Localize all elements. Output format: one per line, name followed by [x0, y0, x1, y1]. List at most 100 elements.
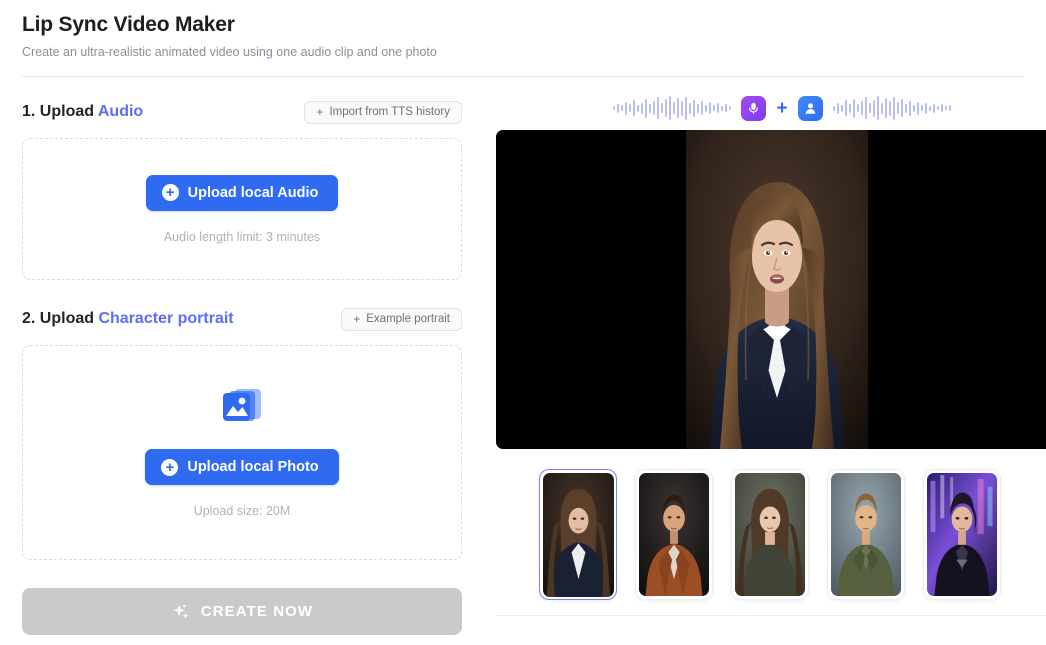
upload-local-audio-button[interactable]: + Upload local Audio — [145, 174, 339, 211]
waveform-bar — [892, 96, 895, 120]
thumbnail-image — [831, 473, 901, 596]
waveform-bar — [729, 106, 732, 110]
waveform-bar — [840, 104, 843, 112]
waveform-bar — [681, 100, 684, 116]
waveform-bar — [613, 106, 616, 110]
waveform-bar — [860, 101, 863, 115]
waveform-bar — [844, 100, 847, 116]
image-stack-icon — [218, 387, 266, 427]
waveform-bar — [693, 99, 696, 117]
plus-icon: + — [776, 97, 788, 119]
thumb-cyberpunk-woman[interactable] — [923, 469, 1001, 600]
waveform-bar — [641, 102, 644, 114]
upload-size-hint: Upload size: 20M — [193, 504, 291, 518]
thumb-man-olive-shirt[interactable] — [827, 469, 905, 600]
thumbnail-image — [542, 472, 614, 597]
waveform-bar — [852, 98, 855, 118]
step-audio-number: 1. — [22, 103, 36, 120]
thumbnail-image — [735, 473, 805, 596]
waveform-bar — [661, 103, 664, 113]
waveform-bar — [856, 104, 859, 112]
waveform-bar — [717, 103, 720, 113]
waveform-bar — [629, 104, 632, 112]
waveform-bar — [677, 98, 680, 118]
waveform-bar — [617, 103, 620, 113]
audio-length-hint: Audio length limit: 3 minutes — [163, 229, 321, 244]
waveform-bar — [896, 102, 899, 114]
waveform-bar — [713, 105, 716, 111]
upload-local-photo-button[interactable]: + Upload local Photo — [145, 449, 339, 485]
waveform-bar — [649, 103, 652, 113]
waveform-bar — [705, 104, 708, 112]
waveform-bar — [625, 101, 628, 115]
audio-dropzone[interactable]: + Upload local Audio Audio length limit:… — [22, 138, 462, 280]
step-portrait-header: 2. Upload Character portrait + Example p… — [22, 304, 462, 334]
video-preview[interactable] — [496, 130, 1046, 449]
step-portrait-title: 2. Upload Character portrait — [22, 310, 234, 328]
waveform-bar — [924, 102, 927, 114]
preview-portrait-image — [686, 130, 868, 449]
step-audio-title: 1. Upload Audio — [22, 103, 143, 121]
waveform-bar — [665, 99, 668, 117]
waveform-bar — [633, 100, 636, 116]
waveform-bar — [908, 100, 911, 116]
step-portrait-accent: Character portrait — [98, 310, 234, 327]
thumb-woman-olive-top[interactable] — [731, 469, 809, 600]
waveform-bar — [944, 106, 947, 110]
waveform-bar — [673, 102, 676, 114]
waveform-bar — [920, 105, 923, 111]
right-panel: + — [462, 77, 1046, 635]
waveform-bar — [936, 106, 939, 110]
step-audio-header: 1. Upload Audio + Import from TTS histor… — [22, 97, 462, 127]
waveform-bar — [900, 99, 903, 117]
left-panel: 1. Upload Audio + Import from TTS histor… — [22, 77, 462, 635]
waveform-bar — [697, 103, 700, 113]
person-icon — [797, 95, 823, 121]
thumbnail-image — [927, 473, 997, 596]
page-title: Lip Sync Video Maker — [22, 13, 235, 36]
waveform-bar — [868, 103, 871, 113]
waveform-bar — [832, 105, 835, 111]
waveform-bar — [916, 101, 919, 115]
sparkle-icon — [171, 602, 191, 622]
waveform-bar — [872, 99, 875, 117]
circle-plus-icon: + — [161, 458, 179, 476]
photo-dropzone[interactable]: + Upload local Photo Upload size: 20M — [22, 345, 462, 560]
thumb-woman-navy-suit[interactable] — [539, 469, 617, 600]
page-header: Lip Sync Video Maker Create an ultra-rea… — [0, 0, 1046, 62]
waveform-bar — [836, 102, 839, 114]
waveform-bar — [725, 104, 728, 112]
waveform-bar — [904, 103, 907, 113]
import-from-tts-history-button[interactable]: + Import from TTS history — [304, 100, 462, 124]
example-portrait-label: Example portrait — [366, 313, 450, 325]
waveform-bar — [701, 101, 704, 115]
waveform-bar — [645, 98, 648, 118]
waveform-bar — [637, 104, 640, 112]
step-portrait-number: 2. — [22, 310, 36, 327]
waveform-bar — [709, 102, 712, 114]
waveform-bar — [884, 98, 887, 118]
step-audio-accent: Audio — [97, 103, 144, 120]
plus-icon: + — [316, 105, 324, 119]
step-portrait-label: Upload — [39, 310, 95, 327]
waveform-bar — [876, 96, 879, 120]
waveform-bar — [940, 104, 943, 112]
import-from-tts-history-label: Import from TTS history — [329, 106, 450, 118]
page-subtitle: Create an ultra-realistic animated video… — [22, 45, 437, 59]
thumb-man-rust-coat[interactable] — [635, 469, 713, 600]
bottom-divider — [496, 615, 1046, 616]
waveform-bar — [621, 105, 624, 111]
waveform-bar — [653, 101, 656, 115]
circle-plus-icon: + — [161, 184, 179, 201]
thumbnail-image — [639, 473, 709, 596]
waveform-bar — [657, 97, 660, 119]
waveform-bar — [928, 105, 931, 111]
example-portrait-button[interactable]: + Example portrait — [341, 307, 462, 331]
waveform-bar — [880, 102, 883, 114]
create-now-button[interactable]: CREATE NOW — [22, 588, 462, 635]
plus-icon: + — [353, 312, 361, 326]
create-now-label: CREATE NOW — [200, 603, 314, 620]
waveform-bar — [685, 96, 688, 120]
waveform-bar — [669, 96, 672, 120]
step-audio-label: Upload — [39, 103, 95, 120]
